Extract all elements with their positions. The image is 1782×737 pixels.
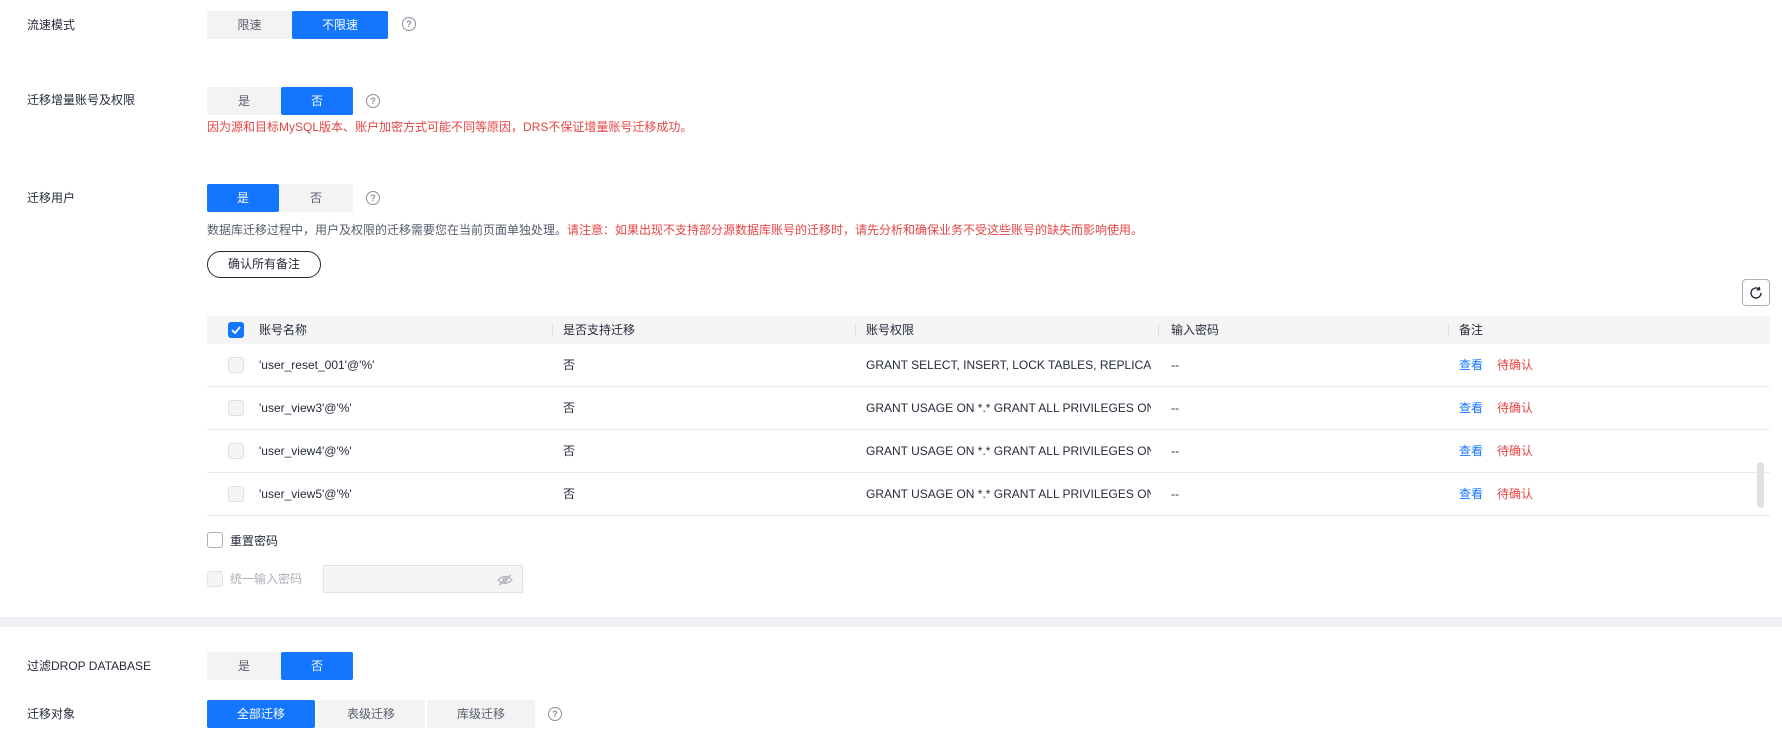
supported-value: 否 — [563, 401, 576, 415]
migrate-users-option-no[interactable]: 否 — [279, 184, 353, 212]
pending-confirm-link[interactable]: 待确认 — [1497, 473, 1533, 516]
password-value: -- — [1171, 401, 1179, 415]
incremental-accounts-warning: 因为源和目标MySQL版本、账户加密方式可能不同等原因，DRS不保证增量账号迁移… — [207, 120, 693, 134]
pending-confirm-link[interactable]: 待确认 — [1497, 344, 1533, 387]
flow-mode-segmented: 限速 不限速 — [207, 11, 388, 39]
supported-value: 否 — [563, 358, 576, 372]
flow-mode-option-unlimited[interactable]: 不限速 — [292, 11, 388, 39]
row-checkbox[interactable] — [228, 486, 244, 502]
help-icon[interactable]: ? — [402, 17, 416, 31]
password-value: -- — [1171, 487, 1179, 501]
supported-value: 否 — [563, 487, 576, 501]
migrate-objects-option-all[interactable]: 全部迁移 — [207, 700, 315, 728]
migrate-users-label: 迁移用户 — [27, 191, 76, 205]
table-row: 'user_view5'@'%' 否 GRANT USAGE ON *.* GR… — [207, 473, 1770, 516]
user-table: 账号名称 是否支持迁移 账号权限 输入密码 备注 'user_reset_001… — [207, 316, 1770, 516]
view-link[interactable]: 查看 — [1459, 473, 1483, 516]
table-scrollbar[interactable] — [1757, 462, 1764, 508]
supported-value: 否 — [563, 444, 576, 458]
unified-password-checkbox[interactable] — [207, 571, 223, 587]
flow-mode-option-limited[interactable]: 限速 — [207, 11, 292, 39]
help-icon[interactable]: ? — [366, 94, 380, 108]
section-divider — [0, 617, 1782, 627]
migrate-objects-option-table[interactable]: 表级迁移 — [317, 700, 425, 728]
password-value: -- — [1171, 358, 1179, 372]
column-header-supported: 是否支持迁移 — [563, 323, 636, 337]
pending-confirm-link[interactable]: 待确认 — [1497, 387, 1533, 430]
eye-hidden-icon[interactable] — [497, 574, 513, 586]
password-value: -- — [1171, 444, 1179, 458]
flow-mode-label: 流速模式 — [27, 18, 76, 32]
refresh-button[interactable] — [1742, 279, 1770, 306]
description-warning: 请注意：如果出现不支持部分源数据库账号的迁移时，请先分析和确保业务不受这些账号的… — [567, 223, 1144, 237]
filter-drop-database-label: 过滤DROP DATABASE — [27, 659, 152, 673]
migrate-objects-option-database[interactable]: 库级迁移 — [427, 700, 535, 728]
description-text: 数据库迁移过程中，用户及权限的迁移需要您在当前页面单独处理。 — [207, 223, 568, 237]
unified-password-label: 统一输入密码 — [230, 572, 303, 586]
table-header: 账号名称 是否支持迁移 账号权限 输入密码 备注 — [207, 316, 1770, 344]
unified-password-input[interactable] — [323, 565, 523, 593]
view-link[interactable]: 查看 — [1459, 430, 1483, 473]
filter-drop-option-no[interactable]: 否 — [281, 652, 353, 680]
column-header-password: 输入密码 — [1171, 323, 1220, 337]
column-header-privileges: 账号权限 — [866, 323, 915, 337]
row-checkbox[interactable] — [228, 357, 244, 373]
column-header-account-name: 账号名称 — [259, 323, 308, 337]
refresh-icon — [1750, 286, 1762, 299]
account-name: 'user_view5'@'%' — [259, 487, 352, 501]
migrate-users-option-yes[interactable]: 是 — [207, 184, 279, 212]
column-header-remarks: 备注 — [1459, 323, 1484, 337]
account-name: 'user_view3'@'%' — [259, 401, 352, 415]
table-row: 'user_view4'@'%' 否 GRANT USAGE ON *.* GR… — [207, 430, 1770, 473]
incremental-option-yes[interactable]: 是 — [207, 87, 281, 115]
filter-drop-option-yes[interactable]: 是 — [207, 652, 281, 680]
account-name: 'user_reset_001'@'%' — [259, 358, 375, 372]
check-icon — [231, 326, 241, 335]
row-checkbox[interactable] — [228, 443, 244, 459]
filter-drop-database-segmented: 是 否 — [207, 652, 353, 680]
confirm-all-remarks-button[interactable]: 确认所有备注 — [207, 251, 321, 278]
table-row: 'user_view3'@'%' 否 GRANT USAGE ON *.* GR… — [207, 387, 1770, 430]
privileges-value: GRANT USAGE ON *.* GRANT ALL PRIVILEGES … — [866, 487, 1151, 501]
migrate-objects-segmented: 全部迁移 表级迁移 库级迁移 — [207, 700, 535, 728]
reset-password-label: 重置密码 — [230, 534, 279, 548]
reset-password-checkbox[interactable] — [207, 532, 223, 548]
pending-confirm-link[interactable]: 待确认 — [1497, 430, 1533, 473]
view-link[interactable]: 查看 — [1459, 387, 1483, 430]
migrate-users-description: 数据库迁移过程中，用户及权限的迁移需要您在当前页面单独处理。请注意：如果出现不支… — [207, 222, 1143, 238]
migrate-incremental-accounts-segmented: 是 否 — [207, 87, 353, 115]
help-icon[interactable]: ? — [366, 191, 380, 205]
account-name: 'user_view4'@'%' — [259, 444, 352, 458]
migrate-users-segmented: 是 否 — [207, 184, 353, 212]
privileges-value: GRANT SELECT, INSERT, LOCK TABLES, REPLI… — [866, 358, 1151, 372]
privileges-value: GRANT USAGE ON *.* GRANT ALL PRIVILEGES … — [866, 444, 1151, 458]
migrate-incremental-accounts-label: 迁移增量账号及权限 — [27, 93, 136, 107]
incremental-option-no[interactable]: 否 — [281, 87, 353, 115]
view-link[interactable]: 查看 — [1459, 344, 1483, 387]
privileges-value: GRANT USAGE ON *.* GRANT ALL PRIVILEGES … — [866, 401, 1151, 415]
help-icon[interactable]: ? — [548, 707, 562, 721]
row-checkbox[interactable] — [228, 400, 244, 416]
select-all-checkbox[interactable] — [228, 322, 244, 338]
migrate-objects-label: 迁移对象 — [27, 707, 76, 721]
table-row: 'user_reset_001'@'%' 否 GRANT SELECT, INS… — [207, 344, 1770, 387]
